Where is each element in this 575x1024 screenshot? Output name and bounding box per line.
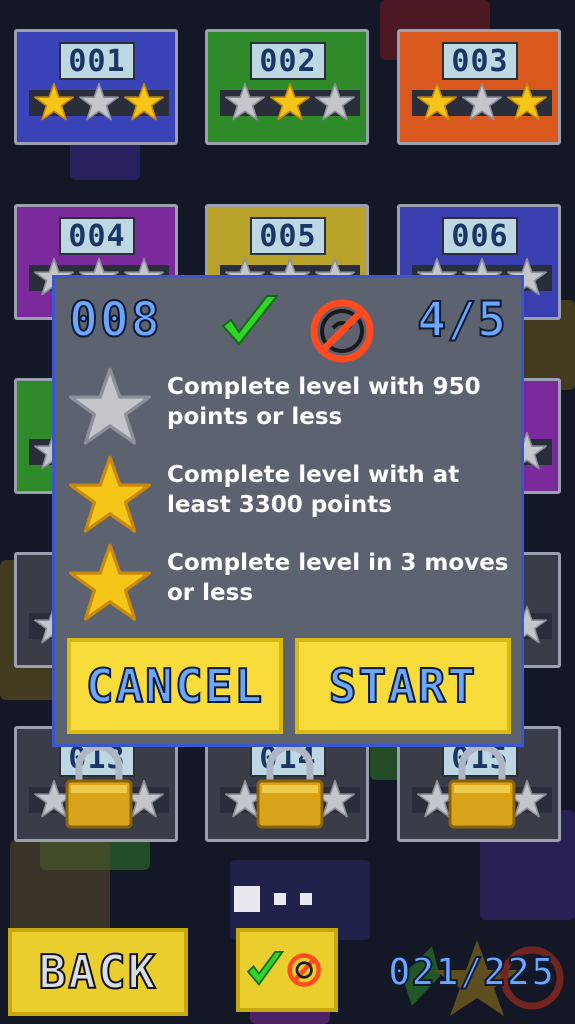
level-stars bbox=[414, 82, 550, 122]
page-indicator bbox=[234, 886, 312, 912]
level-number: 003 bbox=[442, 42, 518, 80]
prohibited-icon bbox=[309, 298, 375, 364]
cancel-button[interactable]: CANCEL bbox=[67, 638, 283, 734]
padlock-icon bbox=[61, 743, 137, 829]
padlock-icon bbox=[252, 743, 328, 829]
goal-text: Complete level with at least 3300 points bbox=[167, 462, 460, 518]
gold-star-icon bbox=[33, 82, 74, 122]
page-dot[interactable] bbox=[300, 893, 312, 905]
level-tile[interactable]: 001 bbox=[14, 29, 178, 145]
back-button[interactable]: BACK bbox=[8, 928, 188, 1016]
dialog-stars-progress: 4/5 bbox=[416, 291, 507, 349]
level-number: 002 bbox=[250, 42, 326, 80]
gold-star-icon bbox=[69, 454, 155, 536]
gold-star-icon bbox=[124, 82, 165, 122]
goal-text: Complete level in 3 moves or less bbox=[167, 550, 509, 606]
page-dot-active[interactable] bbox=[234, 886, 260, 912]
gold-star-icon bbox=[69, 542, 155, 624]
goal-row: Complete level with at least 3300 points bbox=[69, 454, 509, 536]
level-tile[interactable]: 002 bbox=[205, 29, 369, 145]
level-number: 004 bbox=[59, 217, 135, 255]
gold-star-icon bbox=[416, 82, 457, 122]
level-stars bbox=[222, 82, 358, 122]
grey-star-icon bbox=[461, 82, 502, 122]
grey-star-icon bbox=[315, 82, 356, 122]
level-number: 001 bbox=[59, 42, 135, 80]
goal-row: Complete level with 950 points or less bbox=[69, 366, 509, 448]
grey-star-icon bbox=[69, 366, 155, 448]
level-tile[interactable]: 003 bbox=[397, 29, 561, 145]
check-and-prohibited-icon bbox=[246, 951, 321, 987]
level-stars bbox=[31, 82, 167, 122]
filter-button[interactable] bbox=[236, 928, 338, 1012]
goal-text: Complete level with 950 points or less bbox=[167, 374, 481, 430]
stars-total: 021/225 bbox=[387, 949, 555, 995]
gold-star-icon bbox=[507, 82, 548, 122]
padlock-icon bbox=[444, 743, 520, 829]
start-button[interactable]: START bbox=[295, 638, 511, 734]
level-number: 005 bbox=[250, 217, 326, 255]
green-checkmark-icon bbox=[217, 290, 281, 354]
grey-star-icon bbox=[224, 82, 265, 122]
level-number: 006 bbox=[442, 217, 518, 255]
page-dot[interactable] bbox=[274, 893, 286, 905]
goal-row: Complete level in 3 moves or less bbox=[69, 542, 509, 624]
grey-star-icon bbox=[78, 82, 119, 122]
gold-star-icon bbox=[269, 82, 310, 122]
dialog-level-number: 008 bbox=[68, 291, 162, 349]
level-dialog: 008 4/5 Complete level with 950 points o… bbox=[52, 275, 524, 747]
